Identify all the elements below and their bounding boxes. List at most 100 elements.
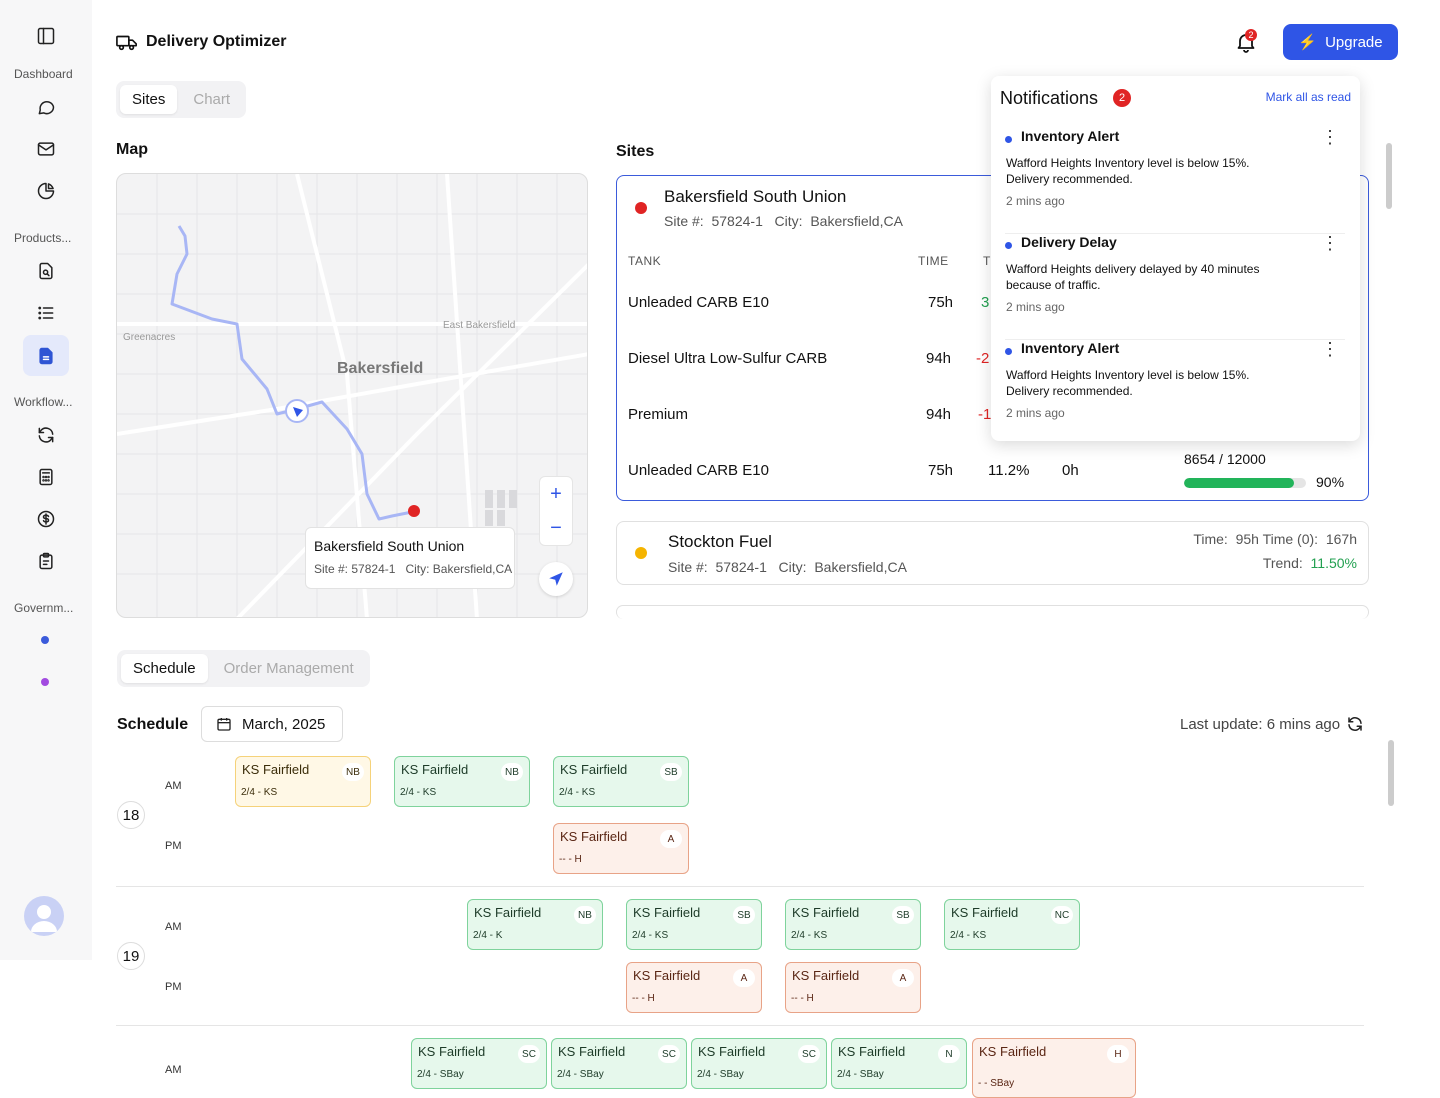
site-meta: Site #: 57824-1 City: Bakersfield,CA <box>664 213 903 229</box>
notification-item[interactable]: Inventory Alert ⋮ Wafford Heights Invent… <box>1005 340 1345 446</box>
site-trend: Trend: 11.50% <box>1262 555 1357 571</box>
schedule-event[interactable]: KS Fairfield NB 2/4 - KS <box>394 756 530 807</box>
site-times: Time: 95h Time (0): 167h <box>1193 531 1357 547</box>
file-search-icon[interactable] <box>26 251 66 291</box>
zoom-in-icon[interactable]: + <box>550 483 562 506</box>
sites-scrollbar[interactable] <box>1386 143 1392 209</box>
schedule-event[interactable]: KS Fairfield N 2/4 - SBay <box>831 1038 967 1089</box>
notification-body: Delivery recommended. <box>1006 172 1133 186</box>
dollar-icon[interactable] <box>26 499 66 539</box>
notification-title: Inventory Alert <box>1021 340 1120 356</box>
day-number: 19 <box>117 942 145 970</box>
pm-label: PM <box>165 840 182 852</box>
lightning-icon: ⚡ <box>1298 34 1318 51</box>
schedule-event[interactable]: KS Fairfield SB 2/4 - KS <box>785 899 921 950</box>
notification-time: 2 mins ago <box>1006 194 1065 208</box>
schedule-event[interactable]: KS Fairfield NC 2/4 - KS <box>944 899 1080 950</box>
schedule-event[interactable]: KS Fairfield SC 2/4 - SBay <box>691 1038 827 1089</box>
more-icon[interactable]: ⋮ <box>1321 234 1339 252</box>
col-header-trend: T <box>983 254 991 268</box>
event-detail: 2/4 - KS <box>950 930 987 941</box>
purple-dot-icon[interactable] <box>41 678 49 686</box>
event-code-badge: NC <box>1051 906 1073 924</box>
upgrade-button[interactable]: ⚡ Upgrade <box>1283 24 1398 60</box>
pm-label: PM <box>165 981 182 993</box>
event-code-badge: H <box>1107 1045 1129 1063</box>
status-dot-red <box>635 202 647 214</box>
tab-order-management[interactable]: Order Management <box>212 654 366 683</box>
unread-dot <box>1005 242 1012 249</box>
blue-dot-icon[interactable] <box>41 636 49 644</box>
tank-trend: 11.2% <box>988 462 1030 479</box>
sidebar-section-government: Governm... <box>14 601 74 615</box>
day-divider <box>116 886 1364 887</box>
schedule-event[interactable]: KS Fairfield NB 2/4 - KS <box>235 756 371 807</box>
event-detail: 2/4 - SBay <box>557 1069 604 1080</box>
notification-item[interactable]: Inventory Alert ⋮ Wafford Heights Invent… <box>1005 128 1345 234</box>
map-view[interactable]: Bakersfield Greenacres East Bakersfield … <box>116 173 588 618</box>
schedule-event[interactable]: KS Fairfield SC 2/4 - SBay <box>411 1038 547 1089</box>
event-code-badge: SB <box>892 906 914 924</box>
refresh-icon[interactable] <box>1346 715 1364 733</box>
more-icon[interactable]: ⋮ <box>1321 128 1339 146</box>
tank-time: 75h <box>928 294 954 311</box>
schedule-event[interactable]: KS Fairfield SC 2/4 - SBay <box>551 1038 687 1089</box>
notification-body: Wafford Heights Inventory level is below… <box>1006 156 1250 170</box>
unread-dot <box>1005 136 1012 143</box>
month-picker[interactable]: March, 2025 <box>201 706 343 742</box>
tab-chart[interactable]: Chart <box>181 85 242 114</box>
chat-icon[interactable] <box>26 87 66 127</box>
schedule-scrollbar[interactable] <box>1388 740 1394 806</box>
sites-title: Sites <box>616 143 655 160</box>
mail-icon[interactable] <box>26 129 66 169</box>
map-popup: Bakersfield South Union Site #: 57824-1 … <box>305 527 515 589</box>
site-name: Bakersfield South Union <box>664 187 847 206</box>
event-detail: 2/4 - KS <box>632 930 669 941</box>
notification-title: Inventory Alert <box>1021 128 1120 144</box>
tank-name: Premium <box>628 406 689 423</box>
mark-all-read-link[interactable]: Mark all as read <box>1266 90 1351 104</box>
schedule-event[interactable]: KS Fairfield A -- - H <box>785 962 921 1013</box>
notification-count-badge: 2 <box>1245 29 1257 41</box>
schedule-event[interactable]: KS Fairfield A -- - H <box>626 962 762 1013</box>
schedule-event[interactable]: KS Fairfield NB 2/4 - K <box>467 899 603 950</box>
event-code-badge: A <box>733 969 755 987</box>
tank-trend: 3 <box>981 294 990 311</box>
tab-sites[interactable]: Sites <box>120 85 178 114</box>
refresh-icon[interactable] <box>26 415 66 455</box>
calculator-icon[interactable] <box>26 457 66 497</box>
pie-chart-icon[interactable] <box>26 171 66 211</box>
schedule-event[interactable]: KS Fairfield SB 2/4 - KS <box>626 899 762 950</box>
site-card-stockton[interactable]: Stockton Fuel Site #: 57824-1 City: Bake… <box>616 521 1369 585</box>
site-meta: Site #: 57824-1 City: Bakersfield,CA <box>668 559 907 575</box>
document-icon[interactable] <box>23 335 69 376</box>
schedule-event[interactable]: KS Fairfield H - - SBay <box>972 1038 1136 1098</box>
notification-time: 2 mins ago <box>1006 300 1065 314</box>
calendar-icon <box>217 718 231 731</box>
notification-item[interactable]: Delivery Delay ⋮ Wafford Heights deliver… <box>1005 234 1345 340</box>
event-detail: 2/4 - SBay <box>697 1069 744 1080</box>
tank-percent: 90% <box>1316 474 1345 490</box>
locate-button[interactable] <box>539 562 573 596</box>
clipboard-icon[interactable] <box>26 541 66 581</box>
map-label-city: Bakersfield <box>337 360 424 377</box>
schedule-event[interactable]: KS Fairfield SB 2/4 - KS <box>553 756 689 807</box>
more-icon[interactable]: ⋮ <box>1321 340 1339 358</box>
notifications-title: Notifications <box>1000 88 1099 108</box>
tank-name: Diesel Ultra Low-Sulfur CARB <box>628 350 828 367</box>
notification-body: because of traffic. <box>1006 278 1101 292</box>
site-card-third[interactable] <box>616 605 1369 619</box>
avatar[interactable] <box>24 896 64 936</box>
schedule-event[interactable]: KS Fairfield A -- - H <box>553 823 689 874</box>
map-label-east: East Bakersfield <box>443 320 516 331</box>
zoom-out-icon[interactable]: − <box>550 517 562 540</box>
tab-schedule[interactable]: Schedule <box>121 654 208 683</box>
sidebar-toggle-icon[interactable] <box>26 16 66 56</box>
event-detail: 2/4 - SBay <box>417 1069 464 1080</box>
popup-site-meta: Site #: 57824-1 City: Bakersfield,CA <box>314 562 513 576</box>
tank-volume: 8654 / 12000 <box>1184 451 1266 467</box>
list-icon[interactable] <box>26 293 66 333</box>
tank-progress-fill <box>1184 478 1294 488</box>
notifications-panel: Notifications 2 Mark all as read Invento… <box>991 76 1360 446</box>
site-name: Stockton Fuel <box>668 532 772 551</box>
